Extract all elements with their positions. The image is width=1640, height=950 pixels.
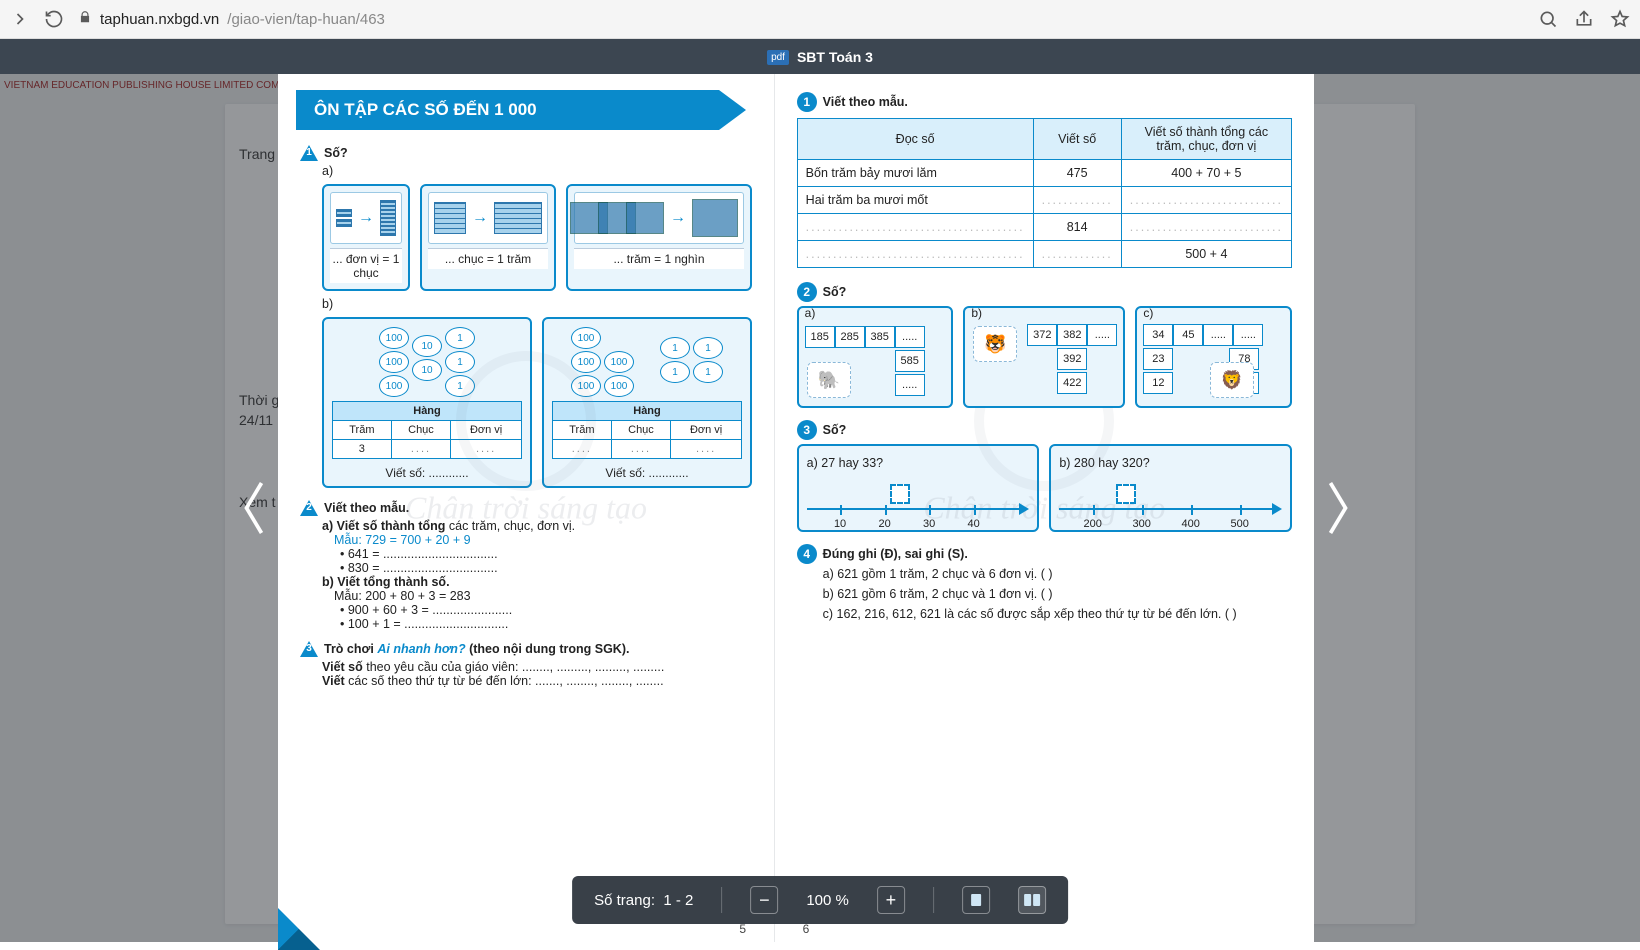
zoom-in-button[interactable]: + [877, 886, 905, 914]
so-box-c: c) 3445.......... 2378 12..... 🦁 [1135, 306, 1292, 408]
viewer-titlebar: pdf SBT Toán 3 [0, 39, 1640, 75]
mau2: Mẫu: 200 + 80 + 3 = 283 [334, 589, 752, 603]
axis-b: b) 280 hay 320? 200 300 400 500 [1049, 444, 1292, 532]
mau1: Mẫu: 729 = 700 + 20 + 9 [334, 533, 752, 547]
r2-title: Số? [823, 285, 847, 299]
next-page-button[interactable] [1316, 469, 1360, 547]
page-number-right: 6 [803, 922, 810, 936]
viet-so-2: Viết số: ............ [605, 466, 688, 480]
double-page-button[interactable] [1018, 886, 1046, 914]
section-2-title: Viết theo mẫu. [324, 501, 409, 515]
pv-box-2: 100100100100100 1111 Hàng TrămChụcĐơn vị… [542, 317, 752, 488]
item-900: • 900 + 60 + 3 = ....................... [340, 603, 752, 617]
reload-icon[interactable] [44, 9, 64, 29]
read-write-table: Đọc sốViết sốViết số thành tổng các trăm… [797, 118, 1292, 268]
axis-b-label: b) 280 hay 320? [1059, 456, 1282, 470]
box-donvi: → ... đơn vị = 1 chục [322, 184, 410, 291]
viewer-toolbar: Số trang: 1 - 2 − 100 % + [572, 876, 1068, 924]
section-3-header: 3 Trò chơi Ai nhanh hơn? (theo nội dung … [300, 641, 629, 657]
hang-table-2: Hàng TrămChụcĐơn vị ............ [552, 401, 742, 459]
zoom-value: 100 % [806, 892, 849, 909]
page-right: Chân trời sáng tạo 1Viết theo mẫu. Đọc s… [775, 74, 1314, 942]
triangle-icon: 2 [300, 500, 318, 516]
badge-1: 1 [797, 92, 817, 112]
item-830: • 830 = ................................… [340, 561, 752, 575]
star-icon[interactable] [1610, 9, 1630, 29]
so-box-b: b) 🐯 372382..... 392 422 [963, 306, 1125, 408]
forward-icon[interactable] [10, 9, 30, 29]
cap-tram: ... trăm = 1 nghìn [574, 248, 744, 269]
r-section-2: 2 Số? [797, 282, 1292, 302]
single-page-button[interactable] [962, 886, 990, 914]
lesson-banner: ÔN TẬP CÁC SỐ ĐẾN 1 000 [296, 90, 746, 130]
r1-title: Viết theo mẫu. [823, 95, 908, 109]
doc-title: SBT Toán 3 [797, 49, 873, 65]
box-tram: → ... trăm = 1 nghìn [566, 184, 752, 291]
so-box-a: a) 185285385..... 585 ..... 🐘 [797, 306, 954, 408]
pdf-badge: pdf [767, 50, 789, 65]
axis-a-label: a) 27 hay 33? [807, 456, 1030, 470]
q4a: a) 621 gồm 1 trăm, 2 chục và 6 đơn vị. (… [823, 564, 1292, 584]
q4c: c) 162, 216, 612, 621 là các số được sắp… [823, 604, 1292, 624]
l2a: a) Viết số thành tổng các trăm, chục, đơ… [322, 519, 752, 533]
section-2-header: 2 Viết theo mẫu. [300, 500, 409, 516]
axis-row: a) 27 hay 33? 10 20 30 40 b) 280 hay 320… [797, 444, 1292, 532]
l2b: b) Viết tổng thành số. [322, 575, 752, 589]
section-1-title: Số? [324, 146, 348, 160]
r-section-3: 3 Số? [797, 420, 1292, 440]
page-indicator: Số trang: 1 - 2 [594, 892, 693, 909]
section-1-header: 1 Số? [300, 145, 348, 161]
browser-chrome: taphuan.nxbgd.vn/giao-vien/tap-huan/463 [0, 0, 1640, 39]
elephant-icon: 🐘 [807, 362, 851, 398]
prev-page-button[interactable] [232, 469, 276, 547]
g3: Viết các số theo thứ tự từ bé đến lớn: .… [322, 674, 752, 688]
triangle-icon: 3 [300, 641, 318, 657]
hang-table-1: Hàng TrămChụcĐơn vị 3........ [332, 401, 522, 459]
badge-3: 3 [797, 420, 817, 440]
triangle-icon: 1 [300, 145, 318, 161]
page-left: Chân trời sáng tạo ÔN TẬP CÁC SỐ ĐẾN 1 0… [278, 74, 774, 942]
page-number-left: 5 [739, 922, 746, 936]
q4b: b) 621 gồm 6 trăm, 2 chục và 1 đơn vị. (… [823, 584, 1292, 604]
so-boxes: a) 185285385..... 585 ..... 🐘 b) 🐯 37 [797, 306, 1292, 408]
badge-2: 2 [797, 282, 817, 302]
viet-so-1: Viết số: ............ [385, 466, 468, 480]
sub-b: b) [322, 297, 752, 311]
item-100: • 100 + 1 = ............................… [340, 617, 752, 631]
r4-title: Đúng ghi (Đ), sai ghi (S). [823, 547, 968, 561]
badge-4: 4 [797, 544, 817, 564]
g1: Trò chơi Ai nhanh hơn? (theo nội dung tr… [324, 642, 629, 656]
r-section-1: 1 Viết theo mẫu. [797, 92, 1292, 112]
lion-icon: 🦁 [1210, 362, 1254, 398]
lightbox-overlay: Chân trời sáng tạo ÔN TẬP CÁC SỐ ĐẾN 1 0… [0, 74, 1640, 942]
axis-a: a) 27 hay 33? 10 20 30 40 [797, 444, 1040, 532]
url-domain: taphuan.nxbgd.vn [100, 11, 219, 28]
document-spread: Chân trời sáng tạo ÔN TẬP CÁC SỐ ĐẾN 1 0… [278, 74, 1314, 942]
place-value-row: 100100100 1010 111 Hàng TrămChụcĐơn vị 3… [322, 317, 752, 488]
address-bar[interactable]: taphuan.nxbgd.vn/giao-vien/tap-huan/463 [78, 10, 1524, 28]
r-section-4: 4 Đúng ghi (Đ), sai ghi (S). [797, 544, 1292, 564]
unit-boxes: → ... đơn vị = 1 chục → ... chục = 1 tră… [322, 184, 752, 291]
pv-box-1: 100100100 1010 111 Hàng TrămChụcĐơn vị 3… [322, 317, 532, 488]
item-641: • 641 = ................................… [340, 547, 752, 561]
zoom-out-button[interactable]: − [750, 886, 778, 914]
tiger-icon: 🐯 [973, 326, 1017, 362]
zoom-icon[interactable] [1538, 9, 1558, 29]
cap-chuc: ... chục = 1 trăm [428, 248, 548, 269]
sub-a: a) [322, 164, 752, 178]
g2: Viết số theo yêu cầu của giáo viên: ....… [322, 660, 752, 674]
cap-donvi: ... đơn vị = 1 chục [330, 248, 402, 283]
box-chuc: → ... chục = 1 trăm [420, 184, 556, 291]
lock-icon [78, 10, 92, 28]
share-icon[interactable] [1574, 9, 1594, 29]
url-path: /giao-vien/tap-huan/463 [227, 11, 385, 28]
r3-title: Số? [823, 423, 847, 437]
